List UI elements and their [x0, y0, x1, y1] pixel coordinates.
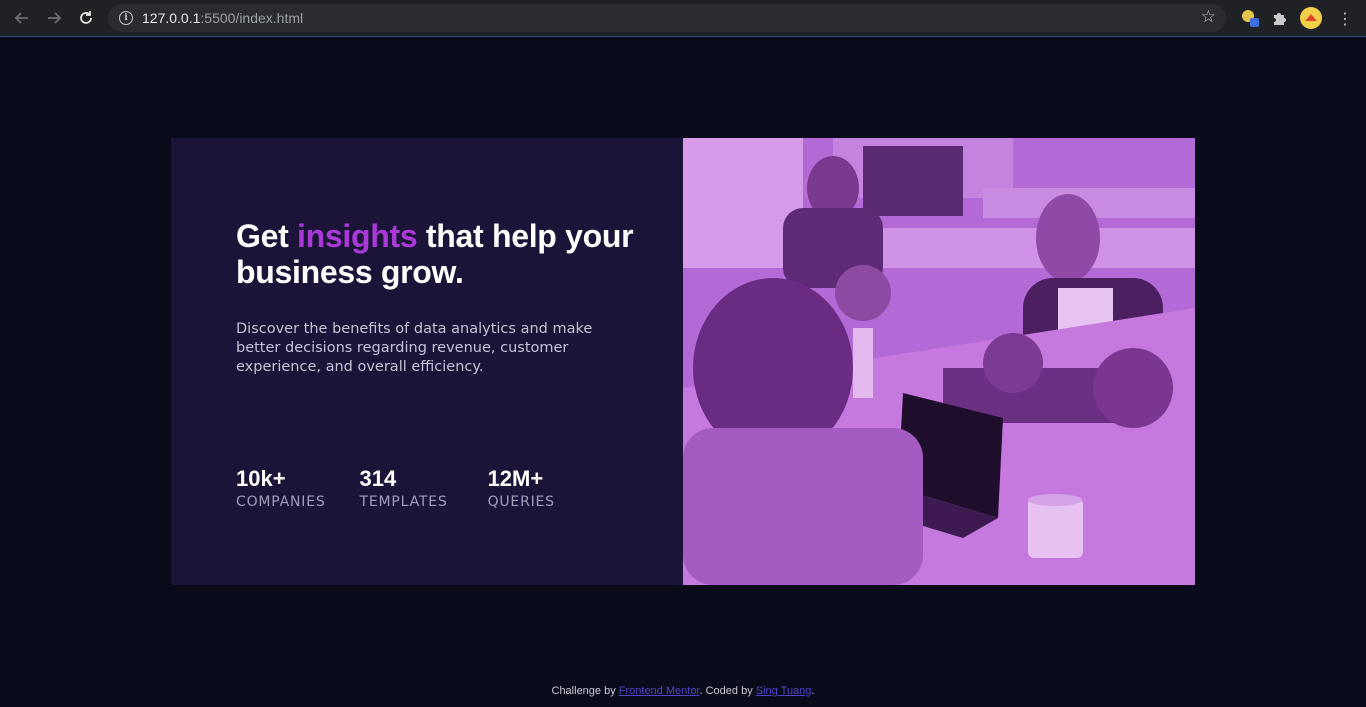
- description: Discover the benefits of data analytics …: [236, 321, 593, 375]
- extension-icon[interactable]: [1239, 7, 1261, 29]
- site-info-icon[interactable]: i: [119, 11, 133, 25]
- browser-toolbar: i 127.0.0.1:5500/index.html ☆ ⋮: [0, 0, 1366, 37]
- reload-icon[interactable]: [73, 6, 99, 30]
- stat-companies: 10k+ COMPANIES: [236, 466, 326, 511]
- stat-label: QUERIES: [487, 494, 555, 510]
- profile-avatar[interactable]: [1300, 7, 1322, 29]
- puzzle-icon[interactable]: [1269, 7, 1291, 29]
- url-text: 127.0.0.1:5500/index.html: [142, 10, 303, 26]
- frontend-mentor-link[interactable]: Frontend Mentor: [619, 685, 700, 697]
- headline-pre: Get: [236, 218, 298, 254]
- attribution: Challenge by Frontend Mentor. Coded by S…: [0, 685, 1366, 697]
- headline: Get insights that help your business gro…: [236, 218, 636, 290]
- attribution-middle: . Coded by: [699, 685, 756, 697]
- stat-value: 314: [359, 466, 397, 491]
- url-path: :5500/index.html: [200, 10, 304, 26]
- headline-accent: insights: [297, 218, 418, 254]
- url-host: 127.0.0.1: [142, 10, 201, 26]
- card-text-panel: Get insights that help your business gro…: [171, 138, 683, 585]
- forward-arrow-icon[interactable]: [41, 6, 67, 30]
- stat-label: COMPANIES: [236, 494, 326, 510]
- attribution-prefix: Challenge by: [551, 685, 619, 697]
- bookmark-star-icon[interactable]: ☆: [1201, 7, 1216, 27]
- address-bar[interactable]: i 127.0.0.1:5500/index.html ☆: [108, 4, 1226, 32]
- stat-templates: 314 TEMPLATES: [359, 466, 448, 511]
- back-arrow-icon[interactable]: [9, 6, 35, 30]
- stats-card: Get insights that help your business gro…: [171, 138, 1195, 585]
- stat-label: TEMPLATES: [359, 494, 448, 510]
- menu-dots-icon[interactable]: ⋮: [1334, 7, 1356, 29]
- stat-queries: 12M+ QUERIES: [487, 466, 555, 511]
- stat-value: 12M+: [487, 466, 544, 491]
- stats-row: 10k+ COMPANIES 314 TEMPLATES 12M+ QUERIE…: [236, 466, 589, 511]
- author-link[interactable]: Sing Tuang: [756, 685, 812, 697]
- office-photo-illustration: [683, 138, 1195, 585]
- office-photo-image: [683, 138, 1195, 585]
- attribution-suffix: .: [811, 685, 815, 697]
- stat-value: 10k+: [236, 466, 286, 491]
